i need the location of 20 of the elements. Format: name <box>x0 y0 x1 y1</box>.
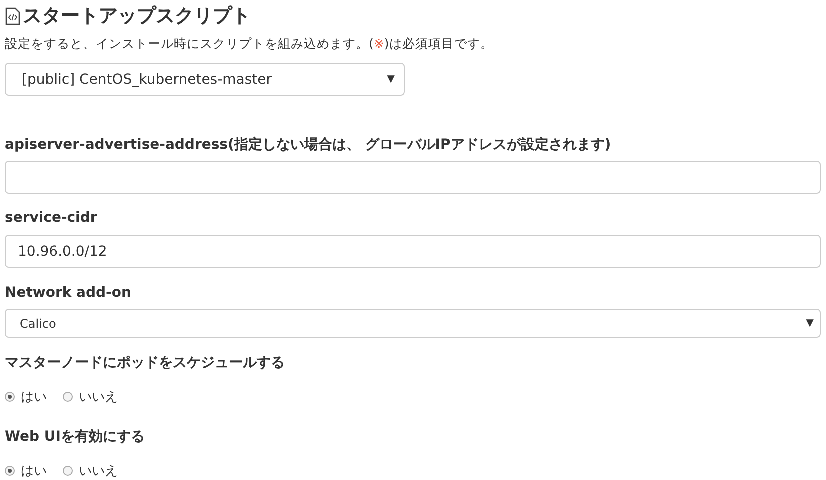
field-label: マスターノードにポッドをスケジュールする <box>5 354 286 372</box>
text-input[interactable] <box>5 161 821 194</box>
description-text: 設定をすると、インストール時にスクリプトを組み込めます。(※)は必須項目です。 <box>5 36 494 53</box>
field-label: Network add-on <box>5 285 132 303</box>
radio-button[interactable] <box>5 466 15 476</box>
text-input[interactable]: 10.96.0.0/12 <box>5 235 821 268</box>
radio-label[interactable]: いいえ <box>79 462 118 480</box>
field-label: service-cidr <box>5 210 98 228</box>
script-select[interactable]: [public] CentOS_kubernetes-master ▼ <box>5 63 405 96</box>
section-title: スタートアップスクリプト <box>23 4 251 29</box>
field-label: Web UIを有効にする <box>5 428 146 446</box>
radio-button[interactable] <box>63 466 73 476</box>
field-label: apiserver-advertise-address(指定しない場合は、 グローバルIPアドレスが設定されます) <box>5 136 612 154</box>
radio-label[interactable]: はい <box>21 462 47 480</box>
radio-button[interactable] <box>63 392 73 402</box>
radio-button[interactable] <box>5 392 15 402</box>
select-field[interactable]: Calico ▼ <box>5 309 821 338</box>
radio-label[interactable]: はい <box>21 388 47 406</box>
radio-label[interactable]: いいえ <box>79 388 118 406</box>
script-file-icon <box>5 6 21 26</box>
